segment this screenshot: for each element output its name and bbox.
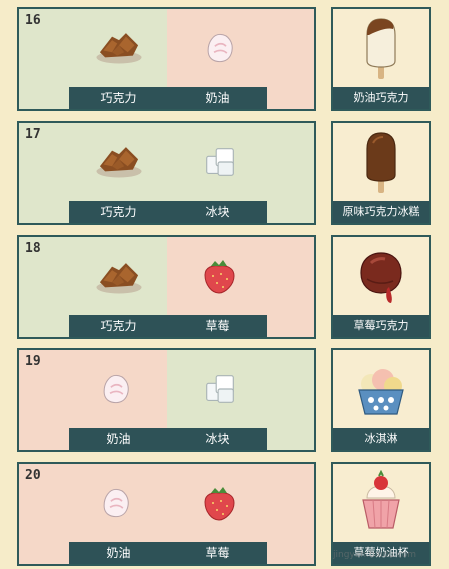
recipe-card: 16 巧克力 奶油: [17, 7, 316, 111]
result-card: 冰淇淋: [331, 348, 431, 452]
ingredient-label: 奶油: [106, 432, 131, 446]
watermark: jingyan.baidu.com: [333, 550, 417, 560]
strawberry-chocolate-icon: [360, 252, 402, 303]
ice-cube-icon: [201, 143, 239, 181]
ingredient-label: 冰块: [205, 205, 230, 219]
result-label: 草莓巧克力: [333, 315, 429, 337]
recipe-row: 16 巧克力 奶油 奶油巧克力: [0, 7, 449, 111]
strawberry-cream-cup-icon: [362, 470, 400, 529]
recipe-number: 18: [25, 241, 41, 256]
cream-chocolate-popsicle-icon: [366, 18, 396, 79]
ingredient-label: 巧克力: [100, 91, 137, 105]
cream-icon: [99, 372, 133, 406]
ice-cream-bowl-icon: [358, 369, 404, 415]
result-label: 奶油巧克力: [333, 87, 429, 109]
ingredient-label: 巧克力: [100, 319, 137, 333]
result-card: 奶油巧克力: [331, 7, 431, 111]
result-label: 冰淇淋: [333, 428, 429, 450]
strawberry-icon: [199, 484, 239, 524]
strawberry-icon: [199, 257, 239, 297]
chocolate-icon: [93, 257, 145, 297]
recipe-card: 18 巧克力 草莓: [17, 235, 316, 339]
ingredient-label: 奶油: [106, 546, 131, 560]
ingredient-label: 草莓: [205, 319, 230, 333]
ingredient-label-bar: 巧克力 草莓: [69, 315, 267, 337]
recipe-card: 20 奶油 草莓: [17, 462, 316, 566]
chocolate-popsicle-icon: [366, 132, 396, 193]
ice-cube-icon: [201, 370, 239, 408]
result-label: 原味巧克力冰糕: [333, 201, 429, 223]
recipe-row: 19 奶油 冰块 冰淇淋: [0, 348, 449, 452]
chocolate-icon: [93, 27, 145, 67]
recipe-number: 19: [25, 354, 41, 369]
recipe-row: 18 巧克力 草莓 草莓巧克力: [0, 235, 449, 339]
recipe-number: 17: [25, 127, 41, 142]
recipe-card: 17 巧克力 冰块: [17, 121, 316, 225]
ingredient-label: 奶油: [205, 91, 230, 105]
cream-icon: [203, 31, 237, 65]
ingredient-label: 草莓: [205, 546, 230, 560]
chocolate-icon: [93, 141, 145, 181]
cream-icon: [99, 486, 133, 520]
result-card: 原味巧克力冰糕: [331, 121, 431, 225]
result-card: 草莓巧克力: [331, 235, 431, 339]
ingredient-label: 巧克力: [100, 205, 137, 219]
ingredient-label: 冰块: [205, 432, 230, 446]
ingredient-label-bar: 奶油 冰块: [69, 428, 267, 450]
recipe-number: 20: [25, 468, 41, 483]
recipe-card: 19 奶油 冰块: [17, 348, 316, 452]
ingredient-label-bar: 巧克力 冰块: [69, 201, 267, 223]
ingredient-label-bar: 巧克力 奶油: [69, 87, 267, 109]
ingredient-label-bar: 奶油 草莓: [69, 542, 267, 564]
recipe-row: 17 巧克力 冰块 原味巧克力冰糕: [0, 121, 449, 225]
recipe-number: 16: [25, 13, 41, 28]
